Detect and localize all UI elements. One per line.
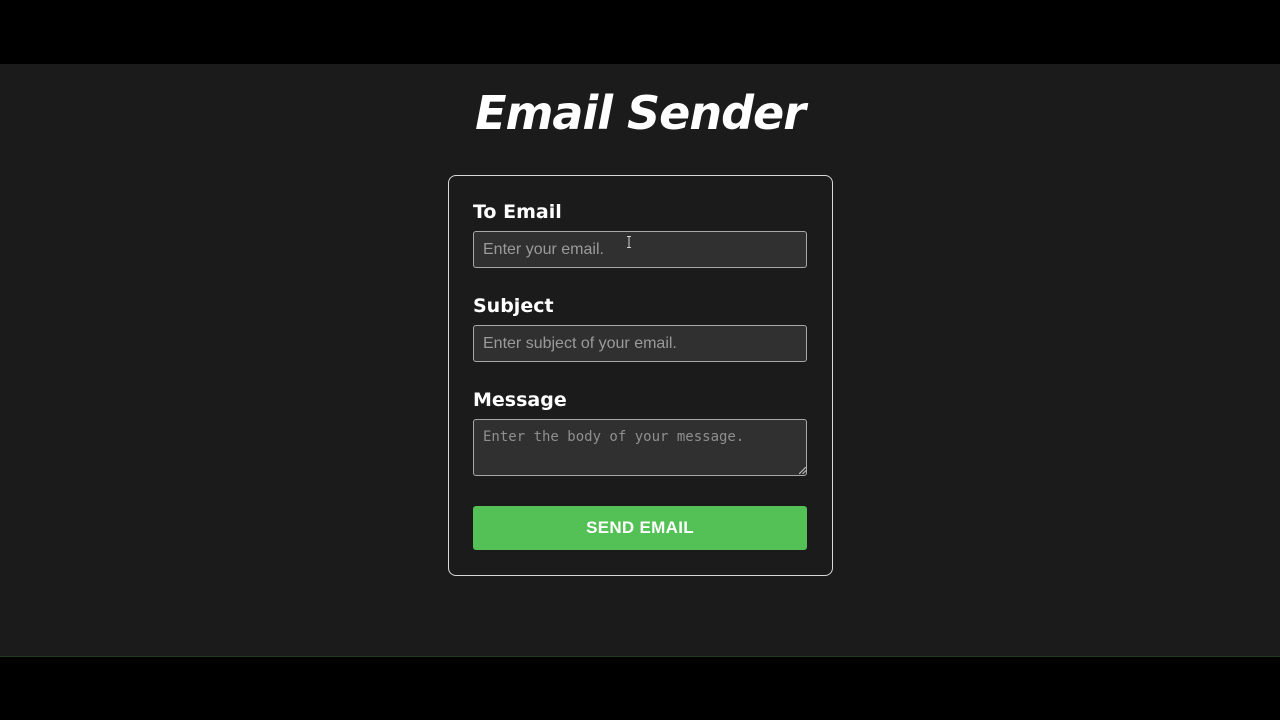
- subject-input[interactable]: [473, 325, 807, 362]
- message-label: Message: [473, 389, 567, 411]
- page-title: Email Sender: [475, 86, 806, 140]
- subject-label: Subject: [473, 295, 554, 317]
- letterbox-bottom: [0, 656, 1280, 720]
- email-sender-page: Email Sender To Email Subject Message SE…: [0, 64, 1280, 656]
- to-email-input[interactable]: [473, 231, 807, 268]
- letterbox-top: [0, 0, 1280, 64]
- message-textarea[interactable]: [473, 419, 807, 476]
- send-email-button[interactable]: SEND EMAIL: [473, 506, 807, 550]
- email-form: To Email Subject Message SEND EMAIL: [448, 175, 833, 576]
- to-email-label: To Email: [473, 201, 562, 223]
